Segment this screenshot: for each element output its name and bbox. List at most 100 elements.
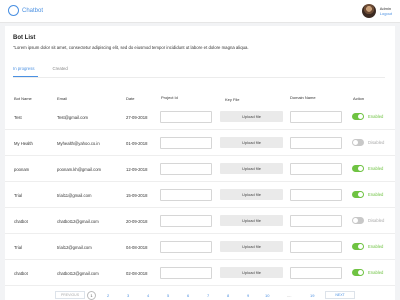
bot-name-cell: Trial xyxy=(14,245,22,250)
bot-name-cell: chatbot xyxy=(14,219,28,224)
domain-name-input[interactable] xyxy=(290,267,342,279)
page-link-last[interactable]: 19 xyxy=(310,293,314,298)
upload-file-button[interactable]: Upload file xyxy=(220,215,283,226)
date-cell: 02-08-2018 xyxy=(126,271,148,276)
top-bar: Chatbot Admin Logout xyxy=(0,0,400,23)
domain-name-input[interactable] xyxy=(290,137,342,149)
email-cell: chatbot12@gmail.com xyxy=(57,219,99,224)
upload-file-button[interactable]: Upload file xyxy=(220,189,283,200)
status-label: Enabled xyxy=(368,244,384,249)
logout-link[interactable]: Logout xyxy=(380,11,392,16)
date-cell: 04-08-2018 xyxy=(126,245,148,250)
page-link[interactable]: 9 xyxy=(247,293,249,298)
column-header-bot-name: Bot Name xyxy=(14,96,32,101)
toggle-knob xyxy=(358,192,363,197)
upload-file-button[interactable]: Upload file xyxy=(220,241,283,252)
page-link[interactable]: 10 xyxy=(265,293,269,298)
status-toggle[interactable] xyxy=(352,165,364,172)
project-id-input[interactable] xyxy=(160,241,212,253)
upload-file-button[interactable]: Upload file xyxy=(220,137,283,148)
page-description: "Lorem ipsum dolor sit amet, consectetur… xyxy=(13,45,249,50)
toggle-knob xyxy=(353,218,358,223)
email-cell: Myhealth@yahoo.co.in xyxy=(57,141,100,146)
column-header-project-id: Project Id xyxy=(161,95,178,100)
table-row: Trial trial11@gmail.com 15-09-2018 Upload f… xyxy=(5,184,395,208)
status-toggle[interactable] xyxy=(352,139,364,146)
bot-name-cell: Test xyxy=(14,115,22,120)
tabs-divider xyxy=(13,77,385,78)
table-row: chatbot chatbot12@gmail.com 02-08-2018 Uplo… xyxy=(5,262,395,286)
user-menu[interactable]: Admin Logout xyxy=(361,4,392,18)
email-cell: chatbot12@gmail.com xyxy=(57,271,99,276)
upload-file-button[interactable]: Upload file xyxy=(220,267,283,278)
bot-name-cell: Trial xyxy=(14,193,22,198)
date-cell: 20-09-2018 xyxy=(126,219,148,224)
toggle-knob xyxy=(358,166,363,171)
project-id-input[interactable] xyxy=(160,215,212,227)
next-button[interactable]: NEXT xyxy=(325,291,355,299)
table-row: My Health Myhealth@yahoo.co.in 01-09-2018 U… xyxy=(5,132,395,156)
email-cell: poonam.kh@gmail.com xyxy=(57,167,102,172)
pagination: PREVIOUS 1 2 3 4 5 6 7 8 9 10 .... 19 NE… xyxy=(5,291,395,300)
project-id-input[interactable] xyxy=(160,267,212,279)
date-cell: 12-09-2018 xyxy=(126,167,148,172)
previous-button[interactable]: PREVIOUS xyxy=(55,291,85,299)
table-row: chatbot chatbot12@gmail.com 20-09-2018 Uplo… xyxy=(5,210,395,234)
status-toggle[interactable] xyxy=(352,269,364,276)
domain-name-input[interactable] xyxy=(290,241,342,253)
page-link[interactable]: 5 xyxy=(167,293,169,298)
user-meta: Admin Logout xyxy=(380,6,392,16)
bot-name-cell: poonam xyxy=(14,167,30,172)
column-header-email: Email xyxy=(57,96,68,101)
toggle-knob xyxy=(358,244,363,249)
email-cell: trial11@gmail.com xyxy=(57,193,92,198)
page-link[interactable]: 4 xyxy=(147,293,149,298)
project-id-input[interactable] xyxy=(160,137,212,149)
domain-name-input[interactable] xyxy=(290,189,342,201)
page-current[interactable]: 1 xyxy=(87,291,96,300)
tab-created[interactable]: Created xyxy=(53,66,68,77)
logo[interactable]: Chatbot xyxy=(8,5,43,16)
logo-text: Chatbot xyxy=(22,7,44,14)
avatar[interactable] xyxy=(361,4,376,18)
status-label: Enabled xyxy=(368,166,384,171)
toggle-knob xyxy=(353,140,358,145)
date-cell: 27-09-2018 xyxy=(126,115,148,120)
project-id-input[interactable] xyxy=(160,163,212,175)
toggle-knob xyxy=(358,114,363,119)
status-label: Enabled xyxy=(368,192,384,197)
page-link[interactable]: 6 xyxy=(187,293,189,298)
tabs: In progress Created xyxy=(13,66,83,77)
project-id-input[interactable] xyxy=(160,111,212,123)
tab-in-progress[interactable]: In progress xyxy=(13,66,38,77)
status-toggle[interactable] xyxy=(352,191,364,198)
page-link[interactable]: 2 xyxy=(107,293,109,298)
page-link[interactable]: 8 xyxy=(227,293,229,298)
email-cell: Test@gmail.com xyxy=(57,115,89,120)
date-cell: 15-09-2018 xyxy=(126,193,148,198)
bot-name-cell: chatbot xyxy=(14,271,28,276)
logo-circle-icon xyxy=(8,5,19,16)
table-row: Test Test@gmail.com 27-09-2018 Upload file E… xyxy=(5,106,395,130)
status-toggle[interactable] xyxy=(352,243,364,250)
upload-file-button[interactable]: Upload file xyxy=(220,111,283,122)
page-title: Bot List xyxy=(13,35,36,41)
page-link[interactable]: 3 xyxy=(127,293,129,298)
email-cell: trial12@gmail.com xyxy=(57,245,92,250)
upload-file-button[interactable]: Upload file xyxy=(220,163,283,174)
page-link[interactable]: 7 xyxy=(207,293,209,298)
status-toggle[interactable] xyxy=(352,217,364,224)
domain-name-input[interactable] xyxy=(290,111,342,123)
status-label: Enabled xyxy=(368,114,384,119)
table-row: poonam poonam.kh@gmail.com 12-09-2018 Uploa… xyxy=(5,158,395,182)
bot-list-card: Bot List "Lorem ipsum dolor sit amet, co… xyxy=(5,26,395,300)
table-row: Trial trial12@gmail.com 04-08-2018 Upload f… xyxy=(5,236,395,260)
status-toggle[interactable] xyxy=(352,113,364,120)
table-header: Bot Name Email Date Project Id Key File … xyxy=(5,92,395,104)
domain-name-input[interactable] xyxy=(290,163,342,175)
page-ellipsis: .... xyxy=(287,293,292,298)
project-id-input[interactable] xyxy=(160,189,212,201)
domain-name-input[interactable] xyxy=(290,215,342,227)
status-label: Disabled xyxy=(368,218,385,223)
date-cell: 01-09-2018 xyxy=(126,141,148,146)
